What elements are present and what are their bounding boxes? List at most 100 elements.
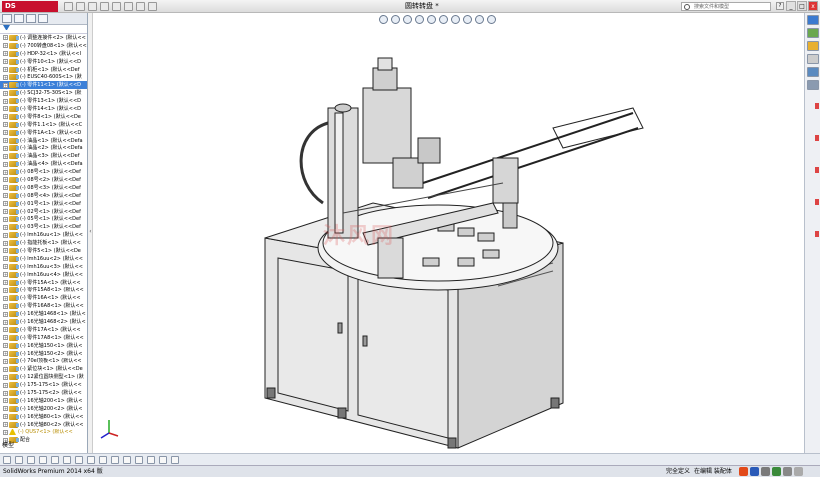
hide-show-icon[interactable] <box>451 15 460 24</box>
tree-item[interactable]: + (-) 零件10<1> (默认<<D <box>0 58 87 66</box>
tree-item[interactable]: + (-) 16光轴200<2> (默认< <box>0 405 87 413</box>
expand-icon[interactable]: + <box>3 311 8 317</box>
expand-icon[interactable]: + <box>3 414 8 420</box>
tray-extra-icon[interactable] <box>794 467 803 476</box>
tree-item[interactable]: + (-) 零件5<1> (默认<<De <box>0 247 87 255</box>
tree-item[interactable]: + (-) 01号<1> (默认<<Def <box>0 200 87 208</box>
tree-item[interactable]: + (-) 16光轴150<1> (默认< <box>0 342 87 350</box>
tree-item[interactable]: + (-) 08号<3> (默认<<Def <box>0 184 87 192</box>
tree-item[interactable]: + (-) 175-175<1> (默认<< <box>0 381 87 389</box>
expand-icon[interactable]: + <box>3 264 8 270</box>
keyboard-icon[interactable] <box>772 467 781 476</box>
close-button[interactable]: x <box>808 1 818 11</box>
expand-icon[interactable]: + <box>3 43 8 49</box>
maximize-button[interactable]: □ <box>797 1 807 11</box>
expand-icon[interactable]: + <box>3 224 8 230</box>
expand-icon[interactable]: + <box>3 382 8 388</box>
display-style-icon[interactable] <box>439 15 448 24</box>
tree-item[interactable]: + (-) 零件15A8<1> (默认<< <box>0 287 87 295</box>
expand-icon[interactable]: + <box>3 319 8 325</box>
expand-icon[interactable]: + <box>3 145 8 151</box>
tree-item[interactable]: + (-) 油晶<1> (默认<<Defa <box>0 137 87 145</box>
tree-item[interactable]: + (-) 16光轴80<2> (默认<< <box>0 421 87 429</box>
expand-icon[interactable]: + <box>3 35 8 41</box>
polygon-icon[interactable] <box>63 455 71 464</box>
expand-icon[interactable]: + <box>3 351 8 357</box>
open-icon[interactable] <box>76 2 85 11</box>
circle-icon[interactable] <box>15 455 23 464</box>
tree-item[interactable]: + (-) lmh16uu<2> (默认<< <box>0 255 87 263</box>
tree-item[interactable]: + (-) 油晶<3> (默认<<Def <box>0 152 87 160</box>
tab-feature-manager[interactable] <box>2 14 12 23</box>
tree-item[interactable]: + (-) 零件1.1<1> (默认<<C <box>0 121 87 129</box>
tree-item[interactable]: + (-) 机柜<1> (默认<<Def <box>0 66 87 74</box>
expand-icon[interactable]: + <box>3 201 8 207</box>
expand-icon[interactable]: + <box>3 343 8 349</box>
select-icon[interactable] <box>124 2 133 11</box>
expand-icon[interactable]: + <box>3 51 8 57</box>
tree-item[interactable]: + (-) 零件14<1> (默认<<D <box>0 105 87 113</box>
expand-icon[interactable]: + <box>3 90 8 96</box>
tab-display-manager[interactable] <box>38 14 48 23</box>
expand-icon[interactable]: + <box>3 216 8 222</box>
minimize-button[interactable]: _ <box>786 1 796 11</box>
expand-icon[interactable]: + <box>3 153 8 159</box>
tree-item[interactable]: + (-) 16光轴200<1> (默认< <box>0 397 87 405</box>
edit-appearance-icon[interactable] <box>463 15 472 24</box>
previous-view-icon[interactable] <box>403 15 412 24</box>
expand-icon[interactable]: + <box>3 287 8 293</box>
expand-icon[interactable]: + <box>3 82 8 88</box>
expand-icon[interactable]: + <box>3 295 8 301</box>
expand-icon[interactable]: + <box>3 429 8 435</box>
tree-item[interactable]: + (-) 零件16A<1> (默认<< <box>0 294 87 302</box>
tree-item[interactable]: + (-) 16光轴1468<1> (默认< <box>0 310 87 318</box>
tree-item[interactable]: + (-) 零件17A<1> (默认<< <box>0 326 87 334</box>
tree-item[interactable]: + (-) 700转盘08<1> (默认<< <box>0 42 87 50</box>
expand-icon[interactable]: + <box>3 161 8 167</box>
tree-item[interactable]: + (-) lmh16uu<1> (默认<< <box>0 231 87 239</box>
expand-icon[interactable]: + <box>3 272 8 278</box>
tree-item[interactable]: + (-) lmh16uu<4> (默认<< <box>0 271 87 279</box>
tab-design-library[interactable] <box>807 28 819 38</box>
tree-item[interactable]: + (-) 零件16A8<1> (默认<< <box>0 302 87 310</box>
graphics-area[interactable]: 沐风网 <box>93 13 803 453</box>
filter-icon[interactable] <box>3 25 10 32</box>
expand-icon[interactable]: + <box>3 98 8 104</box>
tree-item[interactable]: + (-) 16光轴1468<2> (默认< <box>0 318 87 326</box>
tab-custom-properties[interactable] <box>807 80 819 90</box>
input-method-icon[interactable] <box>739 467 748 476</box>
expand-icon[interactable]: + <box>3 185 8 191</box>
tree-item[interactable]: + (-) 05号<1> (默认<<Def <box>0 215 87 223</box>
help-button[interactable]: ? <box>776 2 784 10</box>
expand-icon[interactable]: + <box>3 327 8 333</box>
tree-item[interactable]: + (-) 零件15A<1> (默认<< <box>0 279 87 287</box>
new-icon[interactable] <box>64 2 73 11</box>
rebuild-icon[interactable] <box>136 2 145 11</box>
tree-item[interactable]: + (-) 16光轴150<2> (默认< <box>0 350 87 358</box>
expand-icon[interactable]: + <box>3 406 8 412</box>
tree-item[interactable]: + (-) 油晶<2> (默认<<Defa <box>0 144 87 152</box>
expand-icon[interactable]: + <box>3 59 8 65</box>
offset-icon[interactable] <box>135 455 143 464</box>
solidworks-logo[interactable]: DS SOLIDWORKS <box>2 1 58 21</box>
expand-icon[interactable]: + <box>3 193 8 199</box>
tab-configuration-manager[interactable] <box>26 14 36 23</box>
spline-icon[interactable] <box>75 455 83 464</box>
expand-icon[interactable]: + <box>3 422 8 428</box>
tree-item[interactable]: + (-) HDP-32<1> (默认<<I <box>0 50 87 58</box>
apply-scene-icon[interactable] <box>475 15 484 24</box>
tree-item[interactable]: + (-) QUS7<1> (默认<< <box>0 429 87 437</box>
point-icon[interactable] <box>87 455 95 464</box>
expand-icon[interactable]: + <box>3 177 8 183</box>
expand-icon[interactable]: + <box>3 232 8 238</box>
pattern-icon[interactable] <box>159 455 167 464</box>
tab-property-manager[interactable] <box>14 14 24 23</box>
tree-item[interactable]: + (-) 零件8<1> (默认<<De <box>0 113 87 121</box>
expand-icon[interactable]: + <box>3 240 8 246</box>
expand-icon[interactable]: + <box>3 169 8 175</box>
tree-item[interactable]: + (-) 12紧位圆块侧型<1> (默 <box>0 373 87 381</box>
save-icon[interactable] <box>88 2 97 11</box>
mirror-icon[interactable] <box>147 455 155 464</box>
tree-item[interactable]: + (-) 03号<1> (默认<<Def <box>0 223 87 231</box>
text-icon[interactable] <box>111 455 119 464</box>
